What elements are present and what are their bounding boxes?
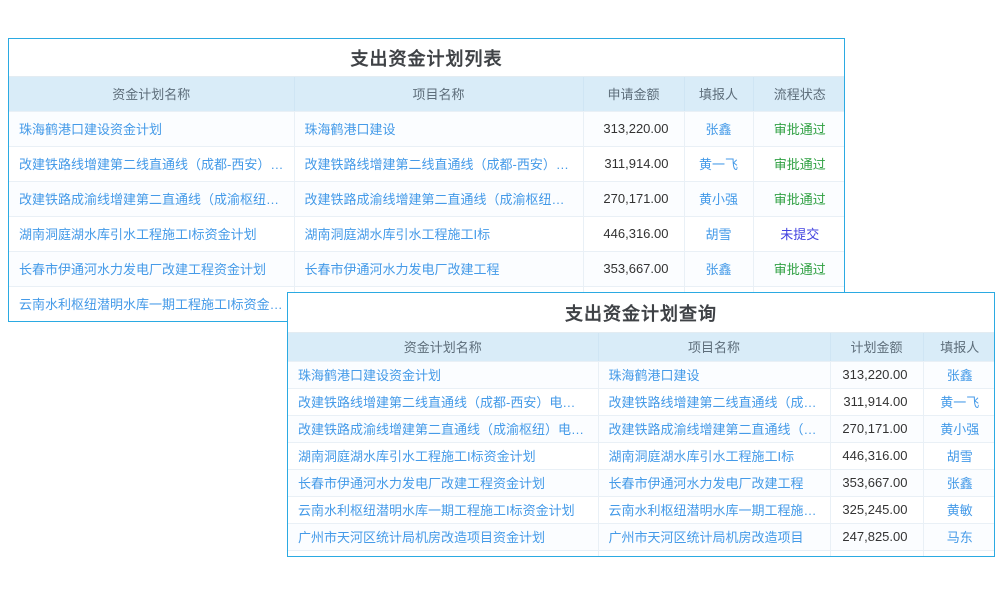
status-badge: 审批通过 — [753, 181, 845, 216]
table-row: 湖南洞庭湖水库引水工程施工I标资金计划 湖南洞庭湖水库引水工程施工I标 446,… — [9, 216, 845, 251]
column-header-person: 填报人 — [923, 333, 995, 361]
project-name-link[interactable]: 改建铁路线增建第二线直通线（成都-西安）电... — [294, 146, 583, 181]
status-badge: 审批通过 — [753, 251, 845, 286]
table-row: 改建铁路线增建第二线直通线（成都-西安）电... 改建铁路线增建第二线直通线（成… — [9, 146, 845, 181]
plan-amount: 325,245.00 — [830, 496, 923, 523]
project-name-link[interactable]: 长春市伊通河水力发电厂改建工程 — [294, 251, 583, 286]
table-row: 珠海鹤港口建设资金计划 珠海鹤港口建设 313,220.00 张鑫 审批通过 — [9, 111, 845, 146]
person-link[interactable]: 黄一飞 — [684, 146, 753, 181]
person-link[interactable]: 胡雪 — [684, 216, 753, 251]
person-link[interactable]: 胡雪 — [923, 442, 995, 469]
table-row: 云南水利枢纽潜明水库一期工程施工I标资金计划 云南水利枢纽潜明水库一期工程施工I… — [288, 496, 995, 523]
plan-amount: 353,667.00 — [830, 469, 923, 496]
status-badge: 未提交 — [753, 216, 845, 251]
plan-name-link[interactable]: 改建铁路线增建第二线直通线（成都-西安）电... — [9, 146, 294, 181]
table-row: 长春市伊通河水力发电厂改建工程资金计划 长春市伊通河水力发电厂改建工程 353,… — [288, 469, 995, 496]
project-name-link[interactable]: 珠海鹤港口建设 — [294, 111, 583, 146]
project-name-link[interactable]: 湖南洞庭湖水库引水工程施工I标 — [294, 216, 583, 251]
project-name-link[interactable]: 改建铁路成渝线增建第二直通线（成渝枢 — [598, 415, 830, 442]
page-title: 支出资金计划列表 — [9, 39, 844, 77]
project-name-link[interactable]: 广州市天河区统计局机房改造项目 — [598, 523, 830, 550]
expenditure-plan-list-table: 资金计划名称 项目名称 申请金额 填报人 流程状态 珠海鹤港口建设资金计划 珠海… — [9, 77, 845, 322]
status-badge: 审批通过 — [753, 146, 845, 181]
table-header-row: 资金计划名称 项目名称 申请金额 填报人 流程状态 — [9, 77, 845, 111]
column-header-project-name: 项目名称 — [598, 333, 830, 361]
plan-name-link[interactable]: 珠海鹤港口建设资金计划 — [288, 361, 598, 388]
request-amount: 270,171.00 — [583, 181, 684, 216]
table-row-partial — [288, 550, 995, 557]
table-row: 改建铁路线增建第二线直通线（成都-西安）电力线路迁 改建铁路线增建第二线直通线（… — [288, 388, 995, 415]
plan-name-link[interactable]: 广州市天河区统计局机房改造项目资金计划 — [288, 523, 598, 550]
project-name-link[interactable]: 云南水利枢纽潜明水库一期工程施工I标 — [598, 496, 830, 523]
plan-name-link[interactable]: 湖南洞庭湖水库引水工程施工I标资金计划 — [9, 216, 294, 251]
plan-name-link[interactable]: 长春市伊通河水力发电厂改建工程资金计划 — [9, 251, 294, 286]
request-amount: 446,316.00 — [583, 216, 684, 251]
request-amount: 353,667.00 — [583, 251, 684, 286]
project-name-link[interactable]: 改建铁路成渝线增建第二直通线（成渝枢纽）... — [294, 181, 583, 216]
plan-name-link[interactable]: 云南水利枢纽潜明水库一期工程施工I标资金计划 — [288, 496, 598, 523]
plan-name-link[interactable]: 改建铁路成渝线增建第二直通线（成渝枢纽）... — [9, 181, 294, 216]
plan-amount: 247,825.00 — [830, 523, 923, 550]
person-link[interactable]: 黄敏 — [923, 496, 995, 523]
table-row: 长春市伊通河水力发电厂改建工程资金计划 长春市伊通河水力发电厂改建工程 353,… — [9, 251, 845, 286]
project-name-link[interactable]: 珠海鹤港口建设 — [598, 361, 830, 388]
table-row: 改建铁路成渝线增建第二直通线（成渝枢纽）... 改建铁路成渝线增建第二直通线（成… — [9, 181, 845, 216]
column-header-project-name: 项目名称 — [294, 77, 583, 111]
person-link[interactable]: 黄一飞 — [923, 388, 995, 415]
page-title: 支出资金计划查询 — [288, 293, 994, 333]
plan-name-link[interactable]: 长春市伊通河水力发电厂改建工程资金计划 — [288, 469, 598, 496]
plan-amount: 313,220.00 — [830, 361, 923, 388]
status-badge: 审批通过 — [753, 111, 845, 146]
column-header-plan-name: 资金计划名称 — [288, 333, 598, 361]
plan-amount: 270,171.00 — [830, 415, 923, 442]
project-name-link[interactable]: 改建铁路线增建第二线直通线（成都-西安 — [598, 388, 830, 415]
plan-amount: 311,914.00 — [830, 388, 923, 415]
column-header-plan-amount: 计划金额 — [830, 333, 923, 361]
table-row: 改建铁路成渝线增建第二直通线（成渝枢纽）电力线路迁 改建铁路成渝线增建第二直通线… — [288, 415, 995, 442]
expenditure-plan-query-panel: 支出资金计划查询 资金计划名称 项目名称 计划金额 填报人 珠海鹤港口建设资金计… — [287, 292, 995, 557]
request-amount: 313,220.00 — [583, 111, 684, 146]
person-link[interactable]: 张鑫 — [684, 251, 753, 286]
plan-amount: 446,316.00 — [830, 442, 923, 469]
expenditure-plan-list-panel: 支出资金计划列表 资金计划名称 项目名称 申请金额 填报人 流程状态 珠海鹤港口… — [8, 38, 845, 322]
table-row: 珠海鹤港口建设资金计划 珠海鹤港口建设 313,220.00 张鑫 — [288, 361, 995, 388]
expenditure-plan-query-table: 资金计划名称 项目名称 计划金额 填报人 珠海鹤港口建设资金计划 珠海鹤港口建设… — [288, 333, 995, 557]
person-link[interactable]: 张鑫 — [923, 361, 995, 388]
table-row: 湖南洞庭湖水库引水工程施工I标资金计划 湖南洞庭湖水库引水工程施工I标 446,… — [288, 442, 995, 469]
column-header-plan-name: 资金计划名称 — [9, 77, 294, 111]
plan-name-link[interactable]: 改建铁路成渝线增建第二直通线（成渝枢纽）电力线路迁 — [288, 415, 598, 442]
table-row: 广州市天河区统计局机房改造项目资金计划 广州市天河区统计局机房改造项目 247,… — [288, 523, 995, 550]
person-link[interactable]: 黄小强 — [923, 415, 995, 442]
column-header-person: 填报人 — [684, 77, 753, 111]
person-link[interactable]: 张鑫 — [923, 469, 995, 496]
project-name-link[interactable]: 湖南洞庭湖水库引水工程施工I标 — [598, 442, 830, 469]
person-link[interactable]: 张鑫 — [684, 111, 753, 146]
table-header-row: 资金计划名称 项目名称 计划金额 填报人 — [288, 333, 995, 361]
plan-name-link[interactable]: 改建铁路线增建第二线直通线（成都-西安）电力线路迁 — [288, 388, 598, 415]
project-name-link[interactable]: 长春市伊通河水力发电厂改建工程 — [598, 469, 830, 496]
plan-name-link[interactable]: 珠海鹤港口建设资金计划 — [9, 111, 294, 146]
plan-name-link[interactable]: 云南水利枢纽潜明水库一期工程施工I标资金计划 — [9, 286, 294, 321]
person-link[interactable]: 马东 — [923, 523, 995, 550]
column-header-request-amount: 申请金额 — [583, 77, 684, 111]
plan-name-link[interactable]: 湖南洞庭湖水库引水工程施工I标资金计划 — [288, 442, 598, 469]
column-header-status: 流程状态 — [753, 77, 845, 111]
person-link[interactable]: 黄小强 — [684, 181, 753, 216]
request-amount: 311,914.00 — [583, 146, 684, 181]
